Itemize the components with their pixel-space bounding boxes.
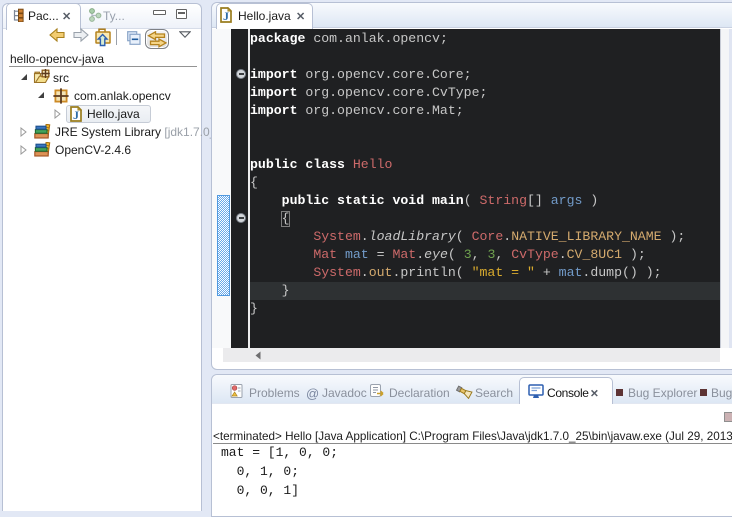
svg-text:J: J	[73, 108, 79, 122]
svg-text:J: J	[223, 9, 229, 23]
